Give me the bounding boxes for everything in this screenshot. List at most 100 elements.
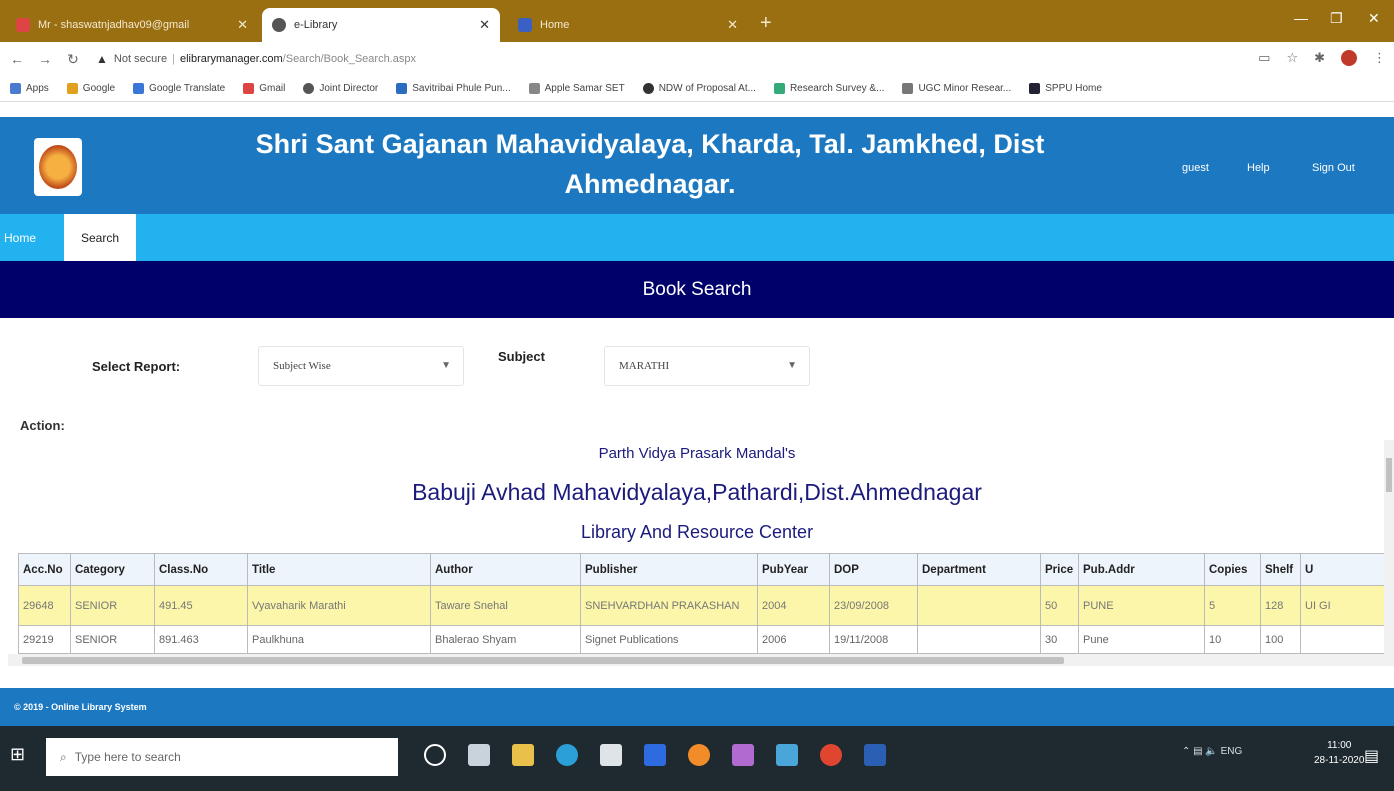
footer-text: © 2019 - Online Library System [14,702,147,712]
menu-search[interactable]: Search [64,214,136,261]
windows-start-icon[interactable]: ⊞ [10,744,32,766]
guest-link[interactable]: guest [1182,162,1209,174]
taskbar-search-input[interactable]: ⌕ Type here to search [46,738,398,776]
url-path: /Search/Book_Search.aspx [282,53,416,65]
help-link[interactable]: Help [1247,162,1270,174]
nav-menu [0,214,1394,261]
close-icon[interactable]: ✕ [237,17,248,33]
site-title: Shri Sant Gajanan Mahavidyalaya, Kharda,… [255,129,1045,199]
extensions-icon[interactable]: ✱ [1314,50,1325,66]
clock[interactable]: 11:00 28-11-2020 [1314,738,1364,768]
tab-gmail[interactable]: Mr - shaswatnjadhav09@gmail ✕ [6,8,258,42]
table-cell [1300,625,1384,654]
bookmark-google[interactable]: Google [66,83,115,94]
word-icon[interactable] [864,744,886,766]
notification-icon[interactable]: ▤ [1364,746,1379,766]
elibrary-icon [272,18,286,32]
bookmark-set[interactable]: Apple Samar SET [528,83,625,94]
table-cell: SENIOR [70,585,155,626]
select-report-label: Select Report: [92,359,181,374]
col-header: Pub.Addr [1078,553,1205,586]
app-icon[interactable] [776,744,798,766]
url-host: elibrarymanager.com [179,53,283,65]
address-bar: ← → ↻ ▲ Not secure | elibrarymanager.com… [0,42,1394,76]
tab-elibrary[interactable]: e-Library ✕ [262,8,500,42]
table-cell: 50 [1040,585,1079,626]
star-icon[interactable]: ☆ [1286,50,1298,66]
firefox-icon[interactable] [688,744,710,766]
page-title: Book Search [0,261,1394,318]
forward-icon[interactable]: → [34,51,56,67]
table-cell: 2004 [757,585,830,626]
window-close-icon[interactable]: ✕ [1368,10,1380,27]
file-explorer-icon[interactable] [512,744,534,766]
col-header: U [1300,553,1384,586]
table-row[interactable]: 29219 SENIOR 891.463 Paulkhuna Bhalerao … [18,625,1384,654]
task-view-icon[interactable] [468,744,490,766]
bookmark-ugc[interactable]: UGC Minor Resear... [902,83,1011,94]
table-cell: 23/09/2008 [829,585,918,626]
col-header: Department [917,553,1041,586]
subject-label: Subject [498,349,545,364]
app-icon[interactable] [644,744,666,766]
menu-dots-icon[interactable]: ⋮ [1373,50,1386,66]
search-icon: ⌕ [60,749,67,764]
table-cell: SNEHVARDHAN PRAKASHAN [580,585,758,626]
gmail-icon [243,83,255,94]
bookmark-research[interactable]: Research Survey &... [773,83,884,94]
bookmark-apps[interactable]: Apps [10,83,49,94]
sign-out-link[interactable]: Sign Out [1312,162,1355,174]
menu-home[interactable]: Home [0,214,64,261]
cortana-icon[interactable] [424,744,446,766]
home-icon [518,18,532,32]
col-header: Author [430,553,581,586]
close-icon[interactable]: ✕ [727,17,738,33]
university-icon [396,83,408,94]
horizontal-scrollbar[interactable] [8,654,1394,666]
report-center: Library And Resource Center [580,522,814,542]
store-icon[interactable] [600,744,622,766]
table-cell: Paulkhuna [247,625,431,654]
apps-grid-icon [10,83,21,94]
col-header: Category [70,553,155,586]
new-tab-icon[interactable]: + [760,12,772,35]
col-header: PubYear [757,553,830,586]
tab-label: e-Library [294,19,338,31]
chrome-icon[interactable] [820,744,842,766]
tab-home[interactable]: Home ✕ [508,8,748,42]
reload-icon[interactable]: ↻ [62,51,84,68]
drive-icon [773,83,785,94]
translate-icon [133,83,145,94]
close-icon[interactable]: ✕ [479,17,490,33]
table-cell: 30 [1040,625,1079,654]
table-cell: 10 [1204,625,1261,654]
system-tray[interactable]: ⌃ ▤ 🔈 ENG [1182,746,1242,757]
edge-icon[interactable] [556,744,578,766]
table-cell: 19/11/2008 [829,625,918,654]
app-icon[interactable] [732,744,754,766]
report-select[interactable]: Subject Wise ▼ [258,346,464,386]
results-table: Acc.No Category Class.No Title Author Pu… [18,553,1384,668]
table-row[interactable]: 29648 SENIOR 491.45 Vyavaharik Marathi T… [18,585,1384,626]
cast-icon[interactable]: ▭ [1258,50,1270,66]
bookmark-sppu-home[interactable]: SPPU Home [1029,83,1102,94]
bookmark-joint-director[interactable]: Joint Director [303,83,378,94]
table-cell: SENIOR [70,625,155,654]
back-icon[interactable]: ← [6,51,28,67]
chevron-down-icon: ▼ [787,360,797,371]
profile-avatar[interactable] [1341,50,1357,66]
subject-select[interactable]: MARATHI ▼ [604,346,810,386]
bookmark-gmail[interactable]: Gmail [243,83,285,94]
table-cell [917,625,1041,654]
minimize-icon[interactable]: — [1294,10,1308,26]
bookmark-proposal[interactable]: NDW of Proposal At... [642,83,756,94]
tab-label: Home [540,19,570,31]
security-label: Not secure [113,53,168,65]
table-cell: Bhalerao Shyam [430,625,581,654]
url-input[interactable]: ▲ Not secure | elibrarymanager.com /Sear… [96,52,416,66]
report-org: Parth Vidya Prasark Mandal's [598,445,796,462]
vertical-scrollbar[interactable] [1384,440,1394,655]
bookmark-translate[interactable]: Google Translate [133,83,225,94]
bookmark-sppu[interactable]: Savitribai Phule Pun... [396,83,511,94]
maximize-icon[interactable]: ❐ [1330,10,1343,27]
